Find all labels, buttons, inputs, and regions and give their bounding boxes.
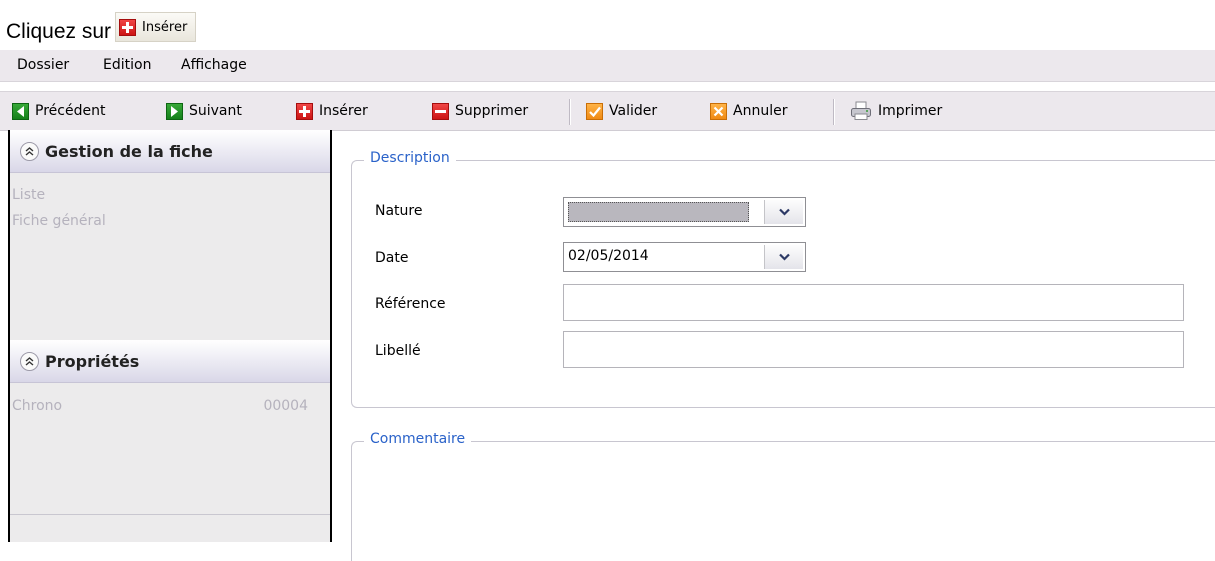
sidebar-link-fiche-general[interactable]: Fiche général [12,213,106,229]
previous-button-label: Précédent [35,103,106,119]
reference-input[interactable] [563,284,1184,321]
date-dropdown-button[interactable] [764,245,803,269]
section-header-gestion[interactable]: Gestion de la fiche [10,130,330,173]
panel-divider [10,514,330,515]
chevron-down-icon [778,253,790,261]
nature-combo-value [568,202,749,222]
nature-label: Nature [375,203,423,219]
insert-button-sample-label: Insérer [142,19,188,35]
libelle-input[interactable] [563,331,1184,368]
chevron-down-icon [778,208,790,216]
arrow-right-icon [166,102,183,120]
reference-label: Référence [375,296,446,312]
toolbar-separator [833,99,835,125]
menu-affichage[interactable]: Affichage [181,57,247,73]
section-title-gestion: Gestion de la fiche [45,141,213,161]
insert-button-label: Insérer [319,103,368,119]
printer-icon [850,101,872,121]
collapse-icon[interactable] [20,141,39,161]
toolbar-separator [569,99,571,125]
minus-icon [432,102,449,120]
validate-button[interactable]: Valider [586,100,657,122]
instruction-text: Cliquez sur [6,20,112,43]
app-window: Dossier Edition Affichage Précédent Suiv… [0,50,1215,561]
delete-button-label: Supprimer [455,103,529,119]
cross-icon [710,102,727,120]
next-button-label: Suivant [189,103,242,119]
collapse-icon[interactable] [20,351,39,371]
description-legend: Description [364,150,456,166]
toolbar: Précédent Suivant Insérer Supprimer Vali… [0,91,1215,131]
nature-dropdown-button[interactable] [764,200,803,224]
insert-button-sample[interactable]: Insérer [115,12,197,42]
cancel-button[interactable]: Annuler [710,100,787,122]
menu-bar: Dossier Edition Affichage [0,50,1215,82]
print-button-label: Imprimer [878,103,943,119]
property-value-chrono: 00004 [263,398,308,414]
property-label-chrono: Chrono [12,398,63,414]
instruction: Cliquez sur Insérer [6,11,197,43]
print-button[interactable]: Imprimer [850,100,942,122]
delete-button[interactable]: Supprimer [432,100,528,122]
validate-button-label: Valider [609,103,658,119]
plus-icon [296,102,313,120]
section-title-proprietes: Propriétés [45,351,140,371]
comment-legend: Commentaire [364,431,472,447]
date-label: Date [375,250,409,266]
left-panel: Gestion de la fiche Liste Fiche général … [8,130,332,542]
menu-edition[interactable]: Edition [103,57,151,73]
nature-combo[interactable] [563,197,806,227]
date-value: 02/05/2014 [568,248,649,264]
section-header-proprietes[interactable]: Propriétés [10,340,330,383]
cancel-button-label: Annuler [733,103,788,119]
insert-button[interactable]: Insérer [296,100,368,122]
arrow-left-icon [12,102,29,120]
date-picker[interactable]: 02/05/2014 [563,242,806,272]
menu-dossier[interactable]: Dossier [17,57,69,73]
previous-button[interactable]: Précédent [12,100,105,122]
comment-group: Commentaire [351,431,1215,561]
description-group: Description Nature Date 02/05/2014 Référ… [351,150,1215,408]
plus-icon [119,18,137,36]
sidebar-link-liste[interactable]: Liste [12,187,45,203]
next-button[interactable]: Suivant [166,100,242,122]
libelle-label: Libellé [375,343,421,359]
checkmark-icon [586,102,603,120]
